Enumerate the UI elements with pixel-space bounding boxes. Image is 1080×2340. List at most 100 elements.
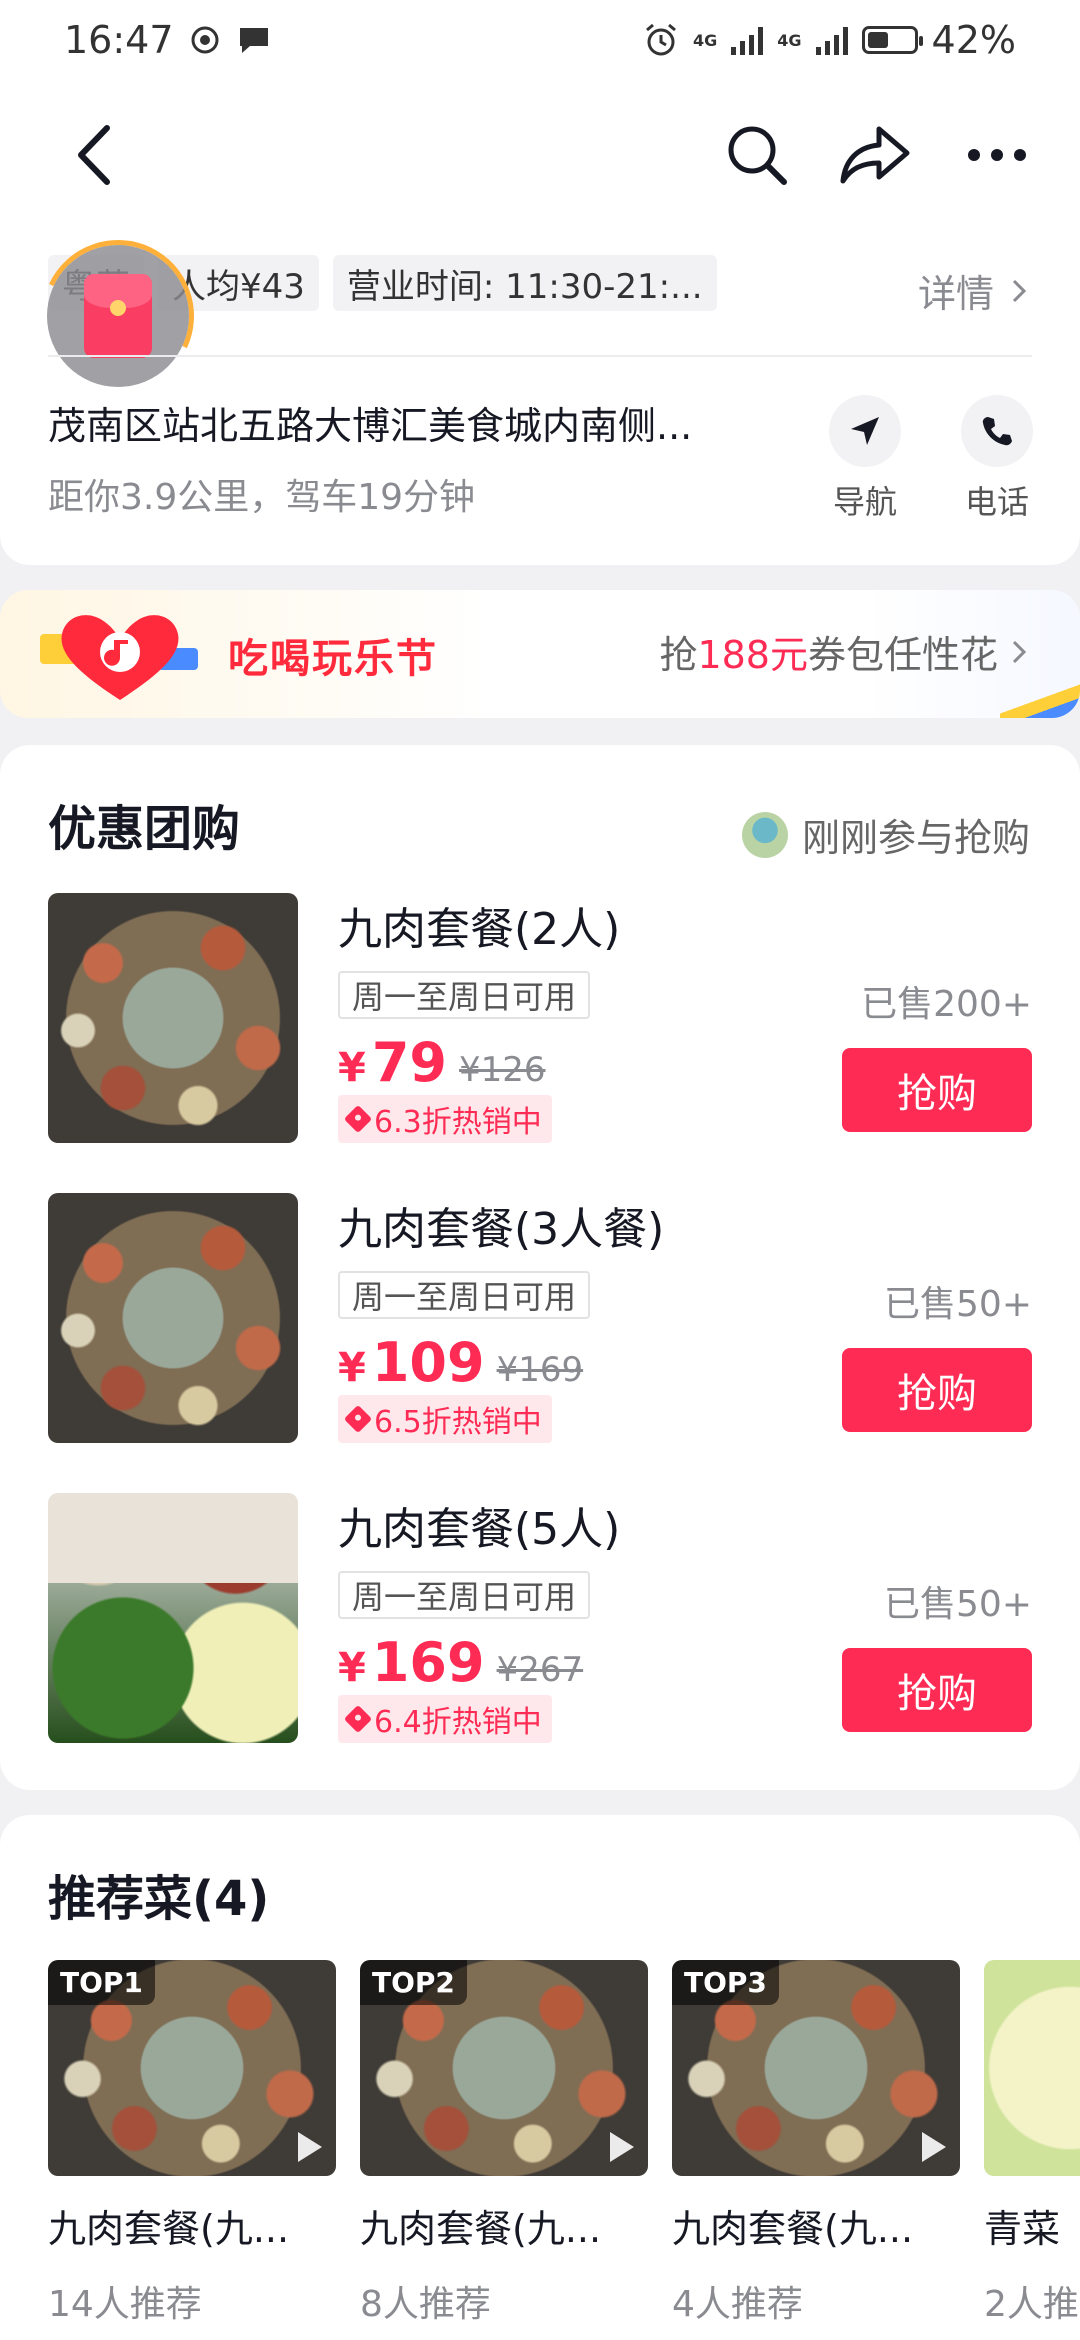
recent-label: 刚刚参与抢购 — [801, 816, 1030, 860]
battery-percent: 42% — [931, 18, 1016, 62]
recommended-count: 8人推荐 — [360, 2284, 491, 2325]
status-bar: 16:47 4G 4G 42% — [0, 0, 1080, 80]
battery-icon — [861, 26, 923, 54]
recommended-name: 九肉套餐(九... — [360, 2207, 602, 2251]
discount-label: 6.4折热销中 — [374, 1705, 542, 1740]
location-ring-icon — [191, 26, 219, 54]
festival-banner[interactable]: 吃喝玩乐节 抢188元券包任性花 — [0, 590, 1080, 718]
recommended-section: 推荐菜(4) TOP1 九肉套餐(九... 14人推荐 TOP2 九肉套餐(九.… — [0, 1815, 1080, 2340]
deal-price: ¥ 169 ¥267 — [338, 1631, 583, 1694]
network-label-1: 4G — [693, 30, 718, 50]
price-value: 169 — [371, 1631, 485, 1694]
banner-decoration — [1000, 680, 1080, 718]
price-value: 79 — [371, 1031, 447, 1094]
discount-label: 6.3折热销中 — [374, 1105, 542, 1140]
status-time: 16:47 — [64, 18, 174, 62]
currency-symbol: ¥ — [338, 1345, 366, 1391]
share-button[interactable] — [830, 110, 920, 200]
recommended-name: 青菜 — [984, 2207, 1061, 2251]
navigate-label: 导航 — [832, 483, 897, 521]
recommended-count: 14人推荐 — [48, 2284, 202, 2325]
deal-price: ¥ 79 ¥126 — [338, 1031, 546, 1094]
recommended-image: TOP2 — [360, 1960, 648, 2176]
price-value: 109 — [371, 1331, 485, 1394]
deal-availability: 周一至周日可用 — [338, 1271, 591, 1319]
coupon-suffix: 券包任性花 — [807, 633, 998, 677]
navigate-icon — [851, 417, 879, 445]
coupon-prefix: 抢 — [659, 633, 698, 677]
deal-sold: 已售200+ — [861, 984, 1032, 1025]
recommended-item[interactable]: 青菜 2人推荐 — [984, 1960, 1080, 2327]
recommended-item[interactable]: TOP1 九肉套餐(九... 14人推荐 — [48, 1960, 336, 2327]
recommended-name: 九肉套餐(九... — [48, 2207, 290, 2251]
shop-address[interactable]: 茂南区站北五路大博汇美食城内南侧... — [48, 395, 748, 450]
phone-button[interactable]: 电话 — [942, 395, 1052, 523]
search-button[interactable] — [712, 110, 802, 200]
play-icon — [610, 2132, 634, 2162]
deal-image — [48, 1193, 298, 1443]
discount-label: 6.5折热销中 — [374, 1405, 542, 1440]
avatar — [741, 811, 788, 858]
recommended-count: 2人推荐 — [984, 2284, 1080, 2325]
deal-item[interactable]: 九肉套餐(3人餐) 周一至周日可用 已售50+ ¥ 109 ¥169 6.5折热… — [48, 1193, 1032, 1443]
shop-info-card: 粤菜 人均¥43 营业时间: 11:30-21:... 详情 茂南区站北五路大博… — [0, 218, 1080, 565]
divider — [48, 355, 1032, 357]
discount-badge: 6.5折热销中 — [338, 1395, 552, 1443]
deal-image — [48, 1493, 298, 1743]
discount-badge: 6.3折热销中 — [338, 1095, 552, 1143]
search-icon — [728, 126, 787, 185]
red-packet-button[interactable] — [47, 245, 189, 387]
coupon-link[interactable]: 抢188元券包任性花 — [659, 624, 1026, 679]
phone-icon — [982, 417, 1012, 446]
original-price: ¥169 — [496, 1350, 584, 1390]
deal-availability: 周一至周日可用 — [338, 1571, 591, 1619]
back-button[interactable] — [50, 110, 140, 200]
recommended-list: TOP1 九肉套餐(九... 14人推荐 TOP2 九肉套餐(九... 8人推荐… — [48, 1960, 1080, 2327]
chevron-right-icon — [1012, 640, 1026, 663]
deal-availability: 周一至周日可用 — [338, 971, 591, 1019]
share-icon — [840, 126, 910, 184]
recommended-item[interactable]: TOP2 九肉套餐(九... 8人推荐 — [360, 1960, 648, 2327]
phone-label: 电话 — [964, 483, 1029, 521]
festival-logo-icon — [40, 615, 198, 700]
top-nav — [0, 80, 1080, 230]
discount-badge: 6.4折热销中 — [338, 1695, 552, 1743]
deal-item[interactable]: 九肉套餐(2人) 周一至周日可用 已售200+ ¥ 79 ¥126 6.3折热销… — [48, 893, 1032, 1143]
buy-button[interactable]: 抢购 — [842, 1048, 1032, 1132]
network-label-2: 4G — [777, 30, 802, 50]
more-icon — [968, 149, 1026, 161]
hours-tag: 营业时间: 11:30-21:... — [332, 255, 717, 311]
original-price: ¥126 — [459, 1050, 546, 1090]
deal-price: ¥ 109 ¥169 — [338, 1331, 583, 1394]
tag-icon — [343, 1104, 373, 1134]
original-price: ¥267 — [496, 1650, 584, 1690]
deal-name: 九肉套餐(2人) — [338, 904, 621, 955]
recommended-image: TOP1 — [48, 1960, 336, 2176]
signal-icon — [815, 25, 848, 55]
chevron-right-icon — [1012, 279, 1026, 302]
more-button[interactable] — [952, 110, 1042, 200]
play-icon — [922, 2132, 946, 2162]
red-packet-icon — [84, 274, 152, 358]
recommended-image — [984, 1960, 1080, 2176]
group-buy-section: 优惠团购 刚刚参与抢购 九肉套餐(2人) 周一至周日可用 已售200+ ¥ 79… — [0, 745, 1080, 1790]
alarm-icon — [646, 23, 676, 56]
recommended-count: 4人推荐 — [672, 2284, 803, 2325]
recommended-image: TOP3 — [672, 1960, 960, 2176]
banner-title: 吃喝玩乐节 — [228, 636, 438, 682]
currency-symbol: ¥ — [338, 1645, 366, 1691]
navigate-button[interactable]: 导航 — [810, 395, 920, 523]
buy-button[interactable]: 抢购 — [842, 1348, 1032, 1432]
deal-name: 九肉套餐(5人) — [338, 1504, 621, 1555]
recommended-item[interactable]: TOP3 九肉套餐(九... 4人推荐 — [672, 1960, 960, 2327]
deal-name: 九肉套餐(3人餐) — [338, 1204, 665, 1255]
deal-item[interactable]: 九肉套餐(5人) 周一至周日可用 已售50+ ¥ 169 ¥267 6.4折热销… — [48, 1493, 1032, 1743]
recommended-title: 推荐菜(4) — [48, 1871, 270, 1927]
detail-link[interactable]: 详情 — [918, 263, 1026, 318]
rank-badge: TOP2 — [360, 1960, 467, 2005]
tag-icon — [343, 1704, 373, 1734]
currency-symbol: ¥ — [338, 1045, 366, 1091]
tag-icon — [343, 1404, 373, 1434]
buy-button[interactable]: 抢购 — [842, 1648, 1032, 1732]
rank-badge: TOP3 — [672, 1960, 779, 2005]
